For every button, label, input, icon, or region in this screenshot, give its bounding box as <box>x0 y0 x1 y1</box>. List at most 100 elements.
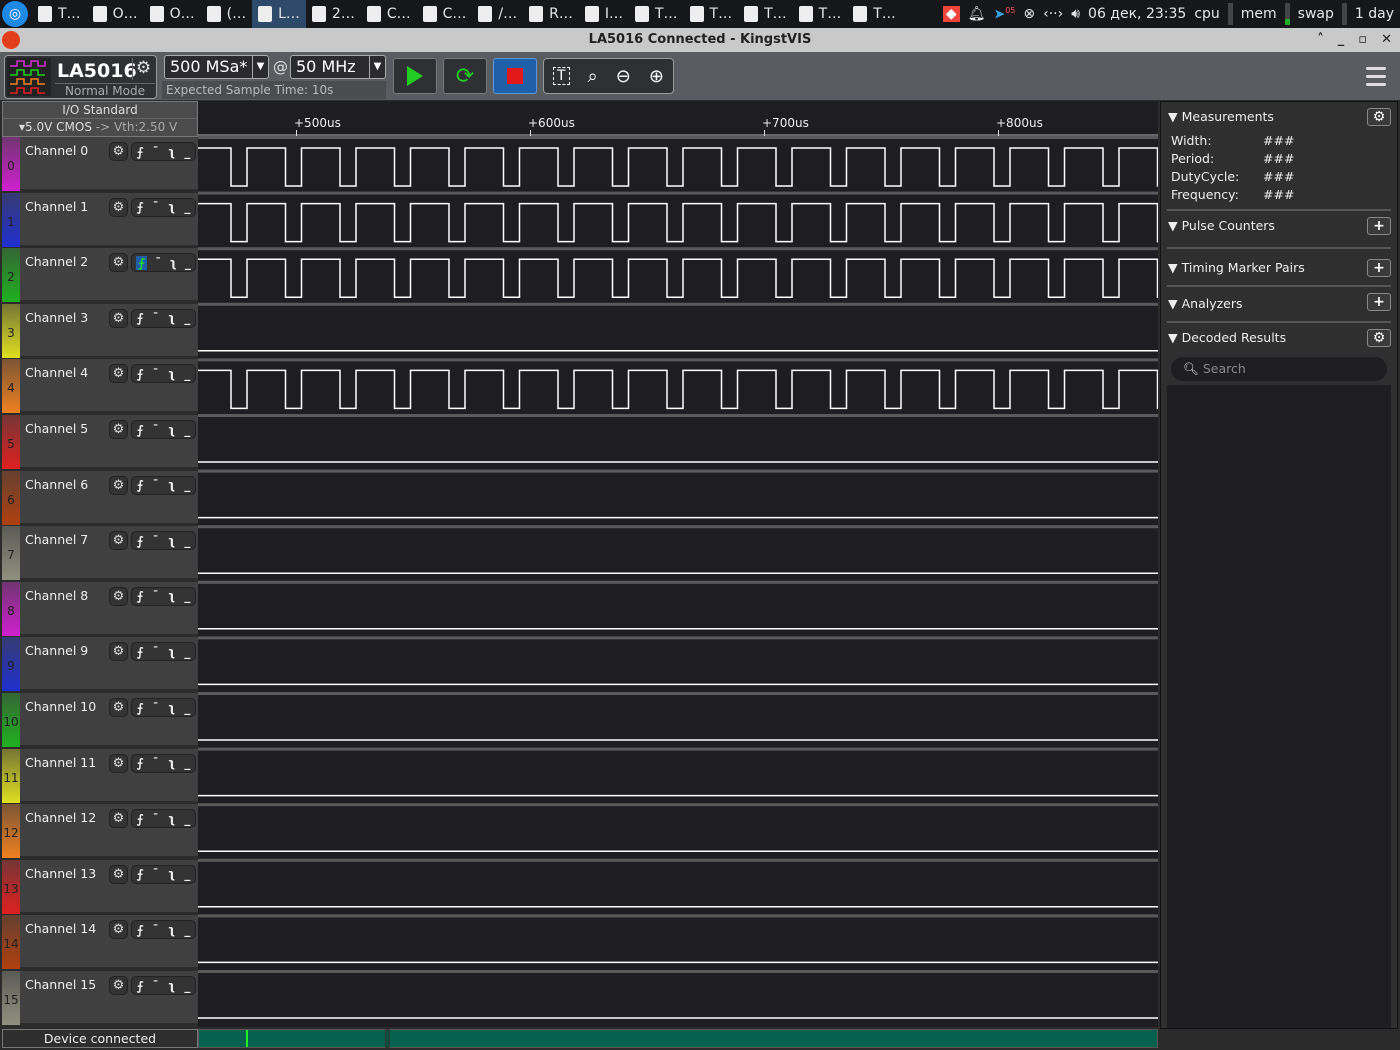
channel-name[interactable]: Channel 12 <box>25 810 96 825</box>
trigger-selector[interactable]: ⨍ ¯ ʅ _ <box>131 531 196 551</box>
stop-button[interactable] <box>493 58 537 94</box>
scroll-handle[interactable] <box>385 1029 390 1048</box>
high-level-icon[interactable]: ¯ <box>153 645 159 659</box>
rising-edge-icon[interactable]: ⨍ <box>137 923 144 937</box>
taskbar-item[interactable]: T… <box>32 0 87 28</box>
falling-edge-icon[interactable]: ʅ <box>168 867 175 881</box>
high-level-icon[interactable]: ¯ <box>153 812 159 826</box>
trigger-selector[interactable]: ⨍ ¯ ʅ _ <box>131 586 196 606</box>
rising-edge-icon[interactable]: ⨍ <box>137 645 144 659</box>
trigger-selector[interactable]: ⨍ ¯ ʅ _ <box>131 753 196 773</box>
channel-name[interactable]: Channel 6 <box>25 477 88 492</box>
timing-markers-header[interactable]: ▼ Timing Marker Pairs <box>1167 249 1391 279</box>
clock[interactable]: 06 дек, 23:35 <box>1088 6 1186 22</box>
rising-edge-icon[interactable]: ⨍ <box>137 311 144 325</box>
trigger-selector[interactable]: ⨍ ¯ ʅ _ <box>131 197 196 217</box>
low-level-icon[interactable]: _ <box>184 423 190 437</box>
low-level-icon[interactable]: _ <box>184 645 190 659</box>
device-mode[interactable]: Normal Mode <box>55 83 155 98</box>
io-standard[interactable]: I/O Standard ▾5.0V CMOS -> Vth:2.50 V <box>2 101 198 137</box>
channel-name[interactable]: Channel 0 <box>25 143 88 158</box>
measurements-settings-gear-icon[interactable]: ⚙ <box>1367 108 1391 126</box>
channel-settings-gear-icon[interactable]: ⚙ <box>109 531 128 551</box>
channel-settings-gear-icon[interactable]: ⚙ <box>109 197 128 217</box>
channel-row-1[interactable]: 1 Channel 1 ⚙ ⨍ ¯ ʅ _ <box>2 192 198 247</box>
low-level-icon[interactable]: _ <box>184 979 190 993</box>
channel-settings-gear-icon[interactable]: ⚙ <box>109 475 128 495</box>
taskbar-item[interactable]: /… <box>472 0 523 28</box>
channel-name[interactable]: Channel 13 <box>25 866 96 881</box>
high-level-icon[interactable]: ¯ <box>153 311 159 325</box>
channel-settings-gear-icon[interactable]: ⚙ <box>109 586 128 606</box>
channel-name[interactable]: Channel 2 <box>25 254 88 269</box>
channel-name[interactable]: Channel 3 <box>25 310 88 325</box>
analyzers-header[interactable]: ▼ Analyzers <box>1167 287 1391 317</box>
hamburger-menu-icon[interactable] <box>1366 67 1386 91</box>
trigger-selector[interactable]: ⨍ ¯ ʅ _ <box>131 642 196 662</box>
low-level-icon[interactable]: _ <box>185 256 191 270</box>
falling-edge-icon[interactable]: ʅ <box>168 423 175 437</box>
channel-settings-gear-icon[interactable]: ⚙ <box>109 142 128 161</box>
falling-edge-icon[interactable]: ʅ <box>168 589 175 603</box>
rising-edge-icon[interactable]: ⨍ <box>137 200 144 214</box>
channel-name[interactable]: Channel 9 <box>25 643 88 658</box>
decoded-results-header[interactable]: ▼ Decoded Results <box>1167 323 1391 353</box>
low-level-icon[interactable]: _ <box>184 589 190 603</box>
shade-button[interactable]: ˄ <box>1317 28 1324 52</box>
channel-row-12[interactable]: 12 Channel 12 ⚙ ⨍ ¯ ʅ _ <box>2 804 198 859</box>
bell-icon[interactable]: 🔔︎ <box>968 6 986 22</box>
network-icon[interactable]: ‹··› <box>1043 6 1063 22</box>
minimize-button[interactable]: _ <box>1338 28 1345 52</box>
telegram-icon[interactable]: ➤05 <box>993 6 1015 23</box>
rising-edge-icon[interactable]: ⨍ <box>137 423 144 437</box>
pulse-counters-header[interactable]: ▼ Pulse Counters <box>1167 211 1391 241</box>
timeline-scrollbar[interactable] <box>198 1029 1158 1048</box>
channel-row-4[interactable]: 4 Channel 4 ⚙ ⨍ ¯ ʅ _ <box>2 359 198 414</box>
taskbar-item[interactable]: 2… <box>306 0 361 28</box>
trigger-selector[interactable]: ⨍ ¯ ʅ _ <box>131 976 196 995</box>
taskbar-item[interactable]: (… <box>201 0 252 28</box>
channel-name[interactable]: Channel 4 <box>25 365 88 380</box>
falling-edge-icon[interactable]: ʅ <box>168 756 175 770</box>
channel-settings-gear-icon[interactable]: ⚙ <box>109 753 128 773</box>
trigger-selector[interactable]: ⨍ ¯ ʅ _ <box>131 864 196 884</box>
xray-icon[interactable]: ⊗ <box>1023 6 1035 22</box>
low-level-icon[interactable]: _ <box>184 756 190 770</box>
falling-edge-icon[interactable]: ʅ <box>168 645 175 659</box>
low-level-icon[interactable]: _ <box>184 478 190 492</box>
channel-row-13[interactable]: 13 Channel 13 ⚙ ⨍ ¯ ʅ _ <box>2 859 198 914</box>
channel-row-11[interactable]: 11 Channel 11 ⚙ ⨍ ¯ ʅ _ <box>2 748 198 803</box>
high-level-icon[interactable]: ¯ <box>155 256 161 270</box>
channel-name[interactable]: Channel 7 <box>25 532 88 547</box>
taskbar-item[interactable]: T… <box>738 0 793 28</box>
channel-settings-gear-icon[interactable]: ⚙ <box>109 308 128 328</box>
maximize-button[interactable]: ▫ <box>1358 28 1367 52</box>
channel-settings-gear-icon[interactable]: ⚙ <box>109 920 128 940</box>
low-level-icon[interactable]: _ <box>184 867 190 881</box>
repeat-start-button[interactable]: ⟳ <box>443 58 487 94</box>
waveform-area[interactable]: +500us +600us +700us +800us <box>198 101 1158 1027</box>
channel-name[interactable]: Channel 5 <box>25 421 88 436</box>
falling-edge-icon[interactable]: ʅ <box>168 534 175 548</box>
falling-edge-icon[interactable]: ʅ <box>168 979 175 993</box>
rising-edge-icon[interactable]: ⨍ <box>136 255 147 270</box>
rising-edge-icon[interactable]: ⨍ <box>137 478 144 492</box>
channel-name[interactable]: Channel 11 <box>25 755 96 770</box>
falling-edge-icon[interactable]: ʅ <box>168 145 175 159</box>
falling-edge-icon[interactable]: ʅ <box>168 478 175 492</box>
taskbar-item[interactable]: T… <box>684 0 739 28</box>
trigger-selector[interactable]: ⨍ ¯ ʅ _ <box>131 308 196 328</box>
channel-settings-gear-icon[interactable]: ⚙ <box>109 253 128 273</box>
high-level-icon[interactable]: ¯ <box>153 589 159 603</box>
close-button[interactable]: ✕ <box>1381 28 1392 52</box>
channel-settings-gear-icon[interactable]: ⚙ <box>109 642 128 662</box>
rising-edge-icon[interactable]: ⨍ <box>137 367 144 381</box>
low-level-icon[interactable]: _ <box>184 145 190 159</box>
decoded-results-list[interactable] <box>1167 385 1391 1028</box>
high-level-icon[interactable]: ¯ <box>153 979 159 993</box>
high-level-icon[interactable]: ¯ <box>153 367 159 381</box>
trigger-selector[interactable]: ⨍ ¯ ʅ _ <box>131 364 196 384</box>
trigger-selector[interactable]: ⨍ ¯ ʅ _ <box>131 420 196 439</box>
channel-row-6[interactable]: 6 Channel 6 ⚙ ⨍ ¯ ʅ _ <box>2 470 198 525</box>
channel-row-7[interactable]: 7 Channel 7 ⚙ ⨍ ¯ ʅ _ <box>2 526 198 581</box>
